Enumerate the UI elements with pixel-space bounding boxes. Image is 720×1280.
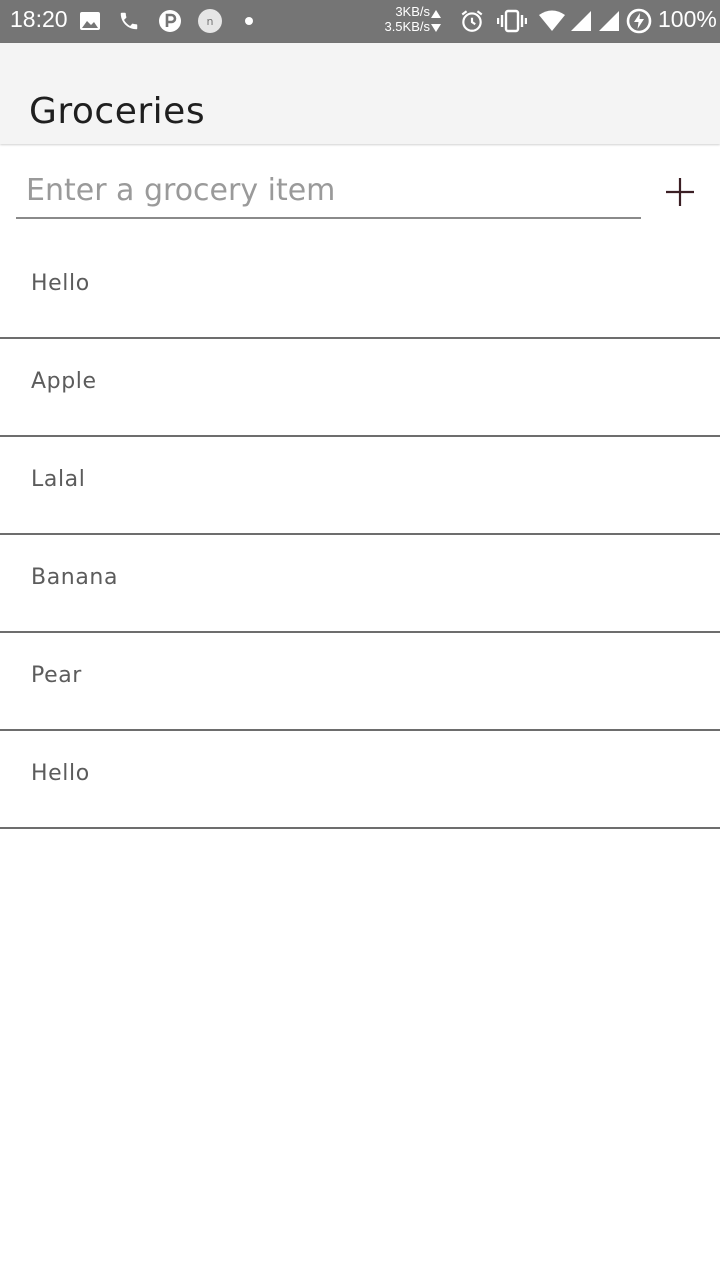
network-down: 3.5KB/s bbox=[384, 19, 430, 34]
battery-charging-icon bbox=[626, 8, 652, 34]
p-app-icon bbox=[159, 10, 181, 32]
dot-icon bbox=[245, 17, 253, 25]
status-bar: 18:20 n 3KB/s 3.5KB/s 100% bbox=[0, 0, 720, 43]
vibrate-icon bbox=[497, 9, 527, 33]
list-item-label: Hello bbox=[31, 761, 90, 786]
phone-icon bbox=[120, 12, 138, 30]
list-item-label: Pear bbox=[31, 663, 82, 688]
list-item[interactable]: Hello bbox=[0, 731, 720, 829]
list-item[interactable]: Banana bbox=[0, 535, 720, 633]
list-item[interactable]: Hello bbox=[0, 241, 720, 339]
list-item[interactable]: Lalal bbox=[0, 437, 720, 535]
grocery-list: Hello Apple Lalal Banana Pear Hello bbox=[0, 241, 720, 829]
list-item[interactable]: Pear bbox=[0, 633, 720, 731]
plus-icon bbox=[666, 178, 694, 206]
wifi-icon bbox=[539, 10, 565, 31]
status-time: 18:20 bbox=[10, 6, 68, 32]
signal-icon bbox=[571, 11, 591, 31]
network-speed: 3KB/s 3.5KB/s bbox=[376, 4, 430, 34]
battery-percent: 100% bbox=[658, 6, 717, 32]
list-item-label: Lalal bbox=[31, 467, 86, 492]
grocery-input-row bbox=[16, 160, 641, 219]
app-bar: Groceries bbox=[0, 43, 720, 144]
list-item-label: Hello bbox=[31, 271, 90, 296]
alarm-icon bbox=[461, 10, 483, 32]
svg-text:n: n bbox=[207, 15, 214, 28]
network-arrows-icon bbox=[431, 10, 441, 32]
list-item-label: Banana bbox=[31, 565, 119, 590]
page-title: Groceries bbox=[29, 91, 206, 133]
list-item[interactable]: Apple bbox=[0, 339, 720, 437]
add-item-button[interactable] bbox=[660, 172, 700, 212]
image-icon bbox=[80, 12, 100, 30]
list-item-label: Apple bbox=[31, 369, 97, 394]
grocery-item-input[interactable] bbox=[26, 168, 626, 212]
signal-icon bbox=[599, 11, 619, 31]
n-app-icon: n bbox=[198, 9, 222, 33]
network-up: 3KB/s bbox=[395, 4, 430, 19]
